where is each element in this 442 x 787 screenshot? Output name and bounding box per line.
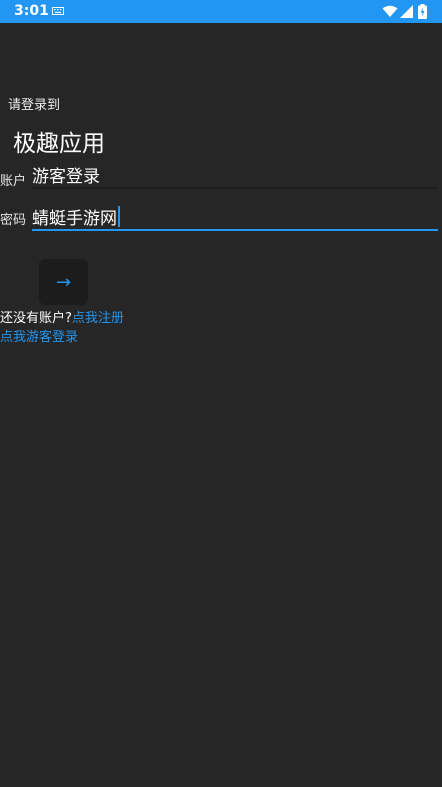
account-input[interactable] bbox=[32, 161, 438, 189]
signal-icon bbox=[400, 5, 413, 18]
text-cursor bbox=[118, 206, 120, 227]
status-bar: 3:01 bbox=[0, 0, 442, 23]
password-label: 密码 bbox=[0, 213, 27, 228]
no-account-text: 还没有账户? bbox=[0, 311, 72, 326]
signup-prompt: 还没有账户?点我注册 bbox=[0, 307, 124, 326]
submit-button[interactable]: → bbox=[39, 259, 88, 305]
app-name: 极趣应用 bbox=[13, 131, 105, 157]
arrow-right-icon: → bbox=[55, 271, 72, 293]
password-input[interactable] bbox=[32, 203, 438, 231]
wifi-icon bbox=[382, 5, 398, 17]
status-time: 3:01 bbox=[14, 3, 49, 19]
keyboard-icon bbox=[52, 7, 64, 15]
battery-icon bbox=[418, 4, 427, 19]
register-link[interactable]: 点我注册 bbox=[72, 311, 124, 326]
guest-login-link[interactable]: 点我游客登录 bbox=[0, 326, 78, 345]
login-prompt: 请登录到 bbox=[8, 98, 61, 113]
account-label: 账户 bbox=[0, 174, 27, 189]
